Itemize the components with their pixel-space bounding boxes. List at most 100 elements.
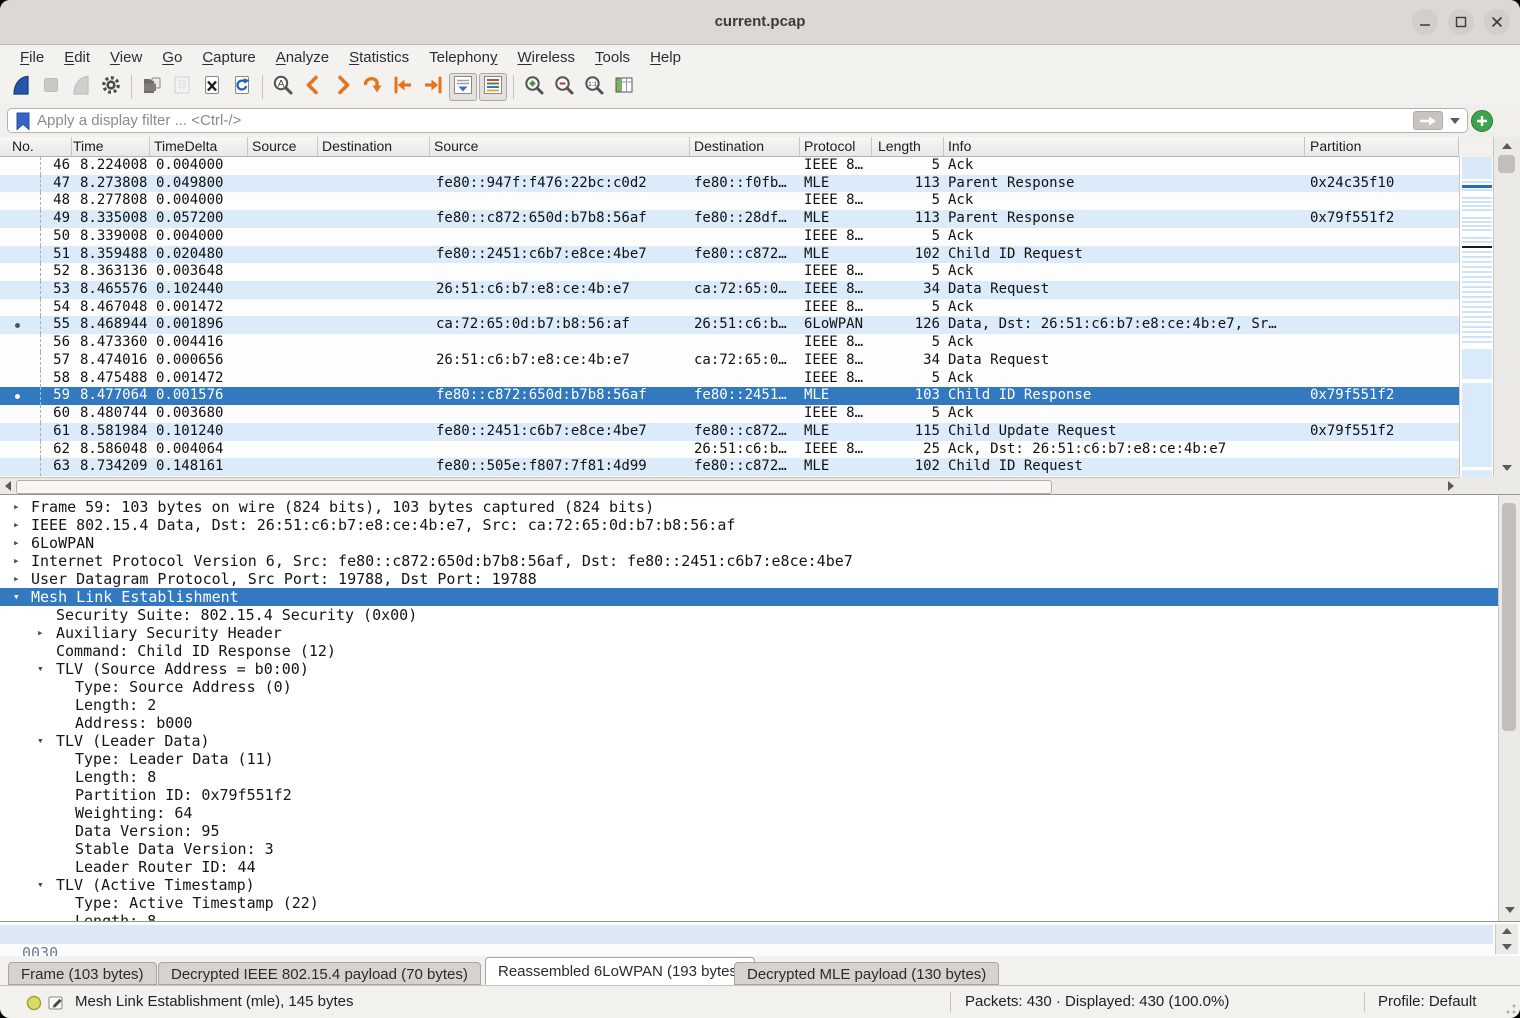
- expanded-arrow-icon[interactable]: ▾: [37, 660, 44, 678]
- menu-telephony[interactable]: Telephony: [419, 45, 507, 70]
- reload-file-button[interactable]: [228, 73, 256, 101]
- column-header-info[interactable]: Info: [944, 137, 1305, 156]
- bytes-scrollbar[interactable]: [1495, 924, 1518, 954]
- collapsed-arrow-icon[interactable]: ▸: [37, 624, 44, 642]
- scroll-right-icon[interactable]: [1448, 481, 1454, 491]
- go-forward-button[interactable]: [329, 73, 357, 101]
- packet-row[interactable]: 488.2778080.004000IEEE 8…5Ack: [0, 192, 1459, 210]
- open-file-button[interactable]: [138, 73, 166, 101]
- expanded-arrow-icon[interactable]: ▾: [37, 732, 44, 750]
- collapsed-arrow-icon[interactable]: ▸: [13, 534, 20, 552]
- scroll-up-icon[interactable]: [1502, 143, 1512, 149]
- bytes-scroll-down-icon[interactable]: [1502, 944, 1512, 950]
- detail-line[interactable]: ▸Internet Protocol Version 6, Src: fe80:…: [0, 552, 1498, 570]
- column-header-src[interactable]: Source: [248, 137, 318, 156]
- packet-row[interactable]: 628.5860480.00406426:51:c6:b…IEEE 8…25Ac…: [0, 441, 1459, 459]
- scroll-left-icon[interactable]: [5, 481, 11, 491]
- menu-statistics[interactable]: Statistics: [339, 45, 419, 70]
- packet-list-vscrollbar[interactable]: [1493, 137, 1520, 477]
- collapsed-arrow-icon[interactable]: ▸: [13, 552, 20, 570]
- restart-capture-button[interactable]: [67, 73, 95, 101]
- stop-capture-button[interactable]: [37, 73, 65, 101]
- column-header-src2[interactable]: Source: [430, 137, 690, 156]
- detail-line[interactable]: ▸Frame 59: 103 bytes on wire (824 bits),…: [0, 498, 1498, 516]
- column-header-dst2[interactable]: Destination: [690, 137, 800, 156]
- hscroll-thumb[interactable]: [16, 480, 1052, 494]
- resize-columns-button[interactable]: [610, 73, 638, 101]
- menu-edit[interactable]: Edit: [54, 45, 100, 70]
- packet-row[interactable]: 608.4807440.003680IEEE 8…5Ack: [0, 405, 1459, 423]
- find-packet-button[interactable]: A: [269, 73, 297, 101]
- expanded-arrow-icon[interactable]: ▾: [37, 876, 44, 894]
- column-header-no[interactable]: No.: [0, 137, 72, 156]
- packet-row[interactable]: 618.5819840.101240fe80::2451:c6b7:e8ce:4…: [0, 423, 1459, 441]
- detail-line[interactable]: ▸IEEE 802.15.4 Data, Dst: 26:51:c6:b7:e8…: [0, 516, 1498, 534]
- go-to-packet-button[interactable]: [359, 73, 387, 101]
- menu-file[interactable]: File: [10, 45, 54, 70]
- packet-row[interactable]: 578.4740160.00065626:51:c6:b7:e8:ce:4b:e…: [0, 352, 1459, 370]
- display-filter-field[interactable]: [7, 108, 1468, 133]
- details-vscrollbar[interactable]: [1498, 494, 1520, 921]
- detail-line[interactable]: Security Suite: 802.15.4 Security (0x00): [0, 606, 1498, 624]
- detail-line[interactable]: ▾TLV (Active Timestamp): [0, 876, 1498, 894]
- colorize-packets-button[interactable]: [479, 73, 507, 101]
- auto-scroll-button[interactable]: [449, 73, 477, 101]
- detail-line[interactable]: Data Version: 95: [0, 822, 1498, 840]
- menu-help[interactable]: Help: [640, 45, 691, 70]
- detail-line[interactable]: Weighting: 64: [0, 804, 1498, 822]
- detail-line[interactable]: Length: 8: [0, 768, 1498, 786]
- menu-analyze[interactable]: Analyze: [266, 45, 339, 70]
- apply-filter-button[interactable]: [1413, 111, 1443, 130]
- packet-row[interactable]: 528.3631360.003648IEEE 8…5Ack: [0, 263, 1459, 281]
- packet-row[interactable]: 598.4770640.001576fe80::c872:650d:b7b8:5…: [0, 387, 1459, 405]
- details-scroll-down-icon[interactable]: [1505, 907, 1515, 913]
- bytes-scroll-up-icon[interactable]: [1502, 928, 1512, 934]
- packet-row[interactable]: 478.2738080.049800fe80::947f:f476:22bc:c…: [0, 175, 1459, 193]
- detail-line[interactable]: Leader Router ID: 44: [0, 858, 1498, 876]
- start-capture-button[interactable]: [7, 73, 35, 101]
- packet-row[interactable]: 568.4733600.004416IEEE 8…5Ack: [0, 334, 1459, 352]
- packet-row[interactable]: 538.4655760.10244026:51:c6:b7:e8:ce:4b:e…: [0, 281, 1459, 299]
- close-file-button[interactable]: [198, 73, 226, 101]
- hex-row[interactable]: 0030 00 15 0d 00 00 00 00 00 00 00 01 75…: [0, 925, 1493, 944]
- packet-row[interactable]: 548.4670480.001472IEEE 8…5Ack: [0, 299, 1459, 317]
- menu-view[interactable]: View: [100, 45, 152, 70]
- tab-reassembled-6lowpan-193-bytes-[interactable]: Reassembled 6LoWPAN (193 bytes): [485, 957, 755, 985]
- detail-line[interactable]: Length: 8: [0, 912, 1498, 921]
- titlebar[interactable]: current.pcap: [0, 0, 1520, 45]
- display-filter-input[interactable]: [33, 112, 1413, 129]
- detail-line[interactable]: ▸Auxiliary Security Header: [0, 624, 1498, 642]
- capture-options-button[interactable]: [97, 73, 125, 101]
- zoom-in-button[interactable]: [520, 73, 548, 101]
- packet-row[interactable]: 518.3594880.020480fe80::2451:c6b7:e8ce:4…: [0, 246, 1459, 264]
- column-header-proto[interactable]: Protocol: [800, 137, 872, 156]
- column-header-time[interactable]: Time: [72, 137, 150, 156]
- detail-line[interactable]: Length: 2: [0, 696, 1498, 714]
- zoom-out-button[interactable]: [550, 73, 578, 101]
- detail-line[interactable]: ▾Mesh Link Establishment: [0, 588, 1498, 606]
- collapsed-arrow-icon[interactable]: ▸: [13, 498, 20, 516]
- detail-line[interactable]: Type: Leader Data (11): [0, 750, 1498, 768]
- collapsed-arrow-icon[interactable]: ▸: [13, 570, 20, 588]
- packet-row[interactable]: 588.4754880.001472IEEE 8…5Ack: [0, 370, 1459, 388]
- packet-row[interactable]: 508.3390080.004000IEEE 8…5Ack: [0, 228, 1459, 246]
- detail-line[interactable]: ▸6LoWPAN: [0, 534, 1498, 552]
- column-header-part[interactable]: Partition: [1305, 137, 1459, 156]
- tab-decrypted-ieee-802-15-4-payload-70-bytes-[interactable]: Decrypted IEEE 802.15.4 payload (70 byte…: [158, 962, 481, 985]
- details-scroll-thumb[interactable]: [1502, 503, 1516, 731]
- tab-frame-103-bytes-[interactable]: Frame (103 bytes): [8, 962, 157, 985]
- expert-info-icon[interactable]: [26, 995, 42, 1011]
- detail-line[interactable]: ▾TLV (Leader Data): [0, 732, 1498, 750]
- column-header-dst[interactable]: Destination: [318, 137, 430, 156]
- collapsed-arrow-icon[interactable]: ▸: [13, 516, 20, 534]
- packet-row[interactable]: 468.2240080.004000IEEE 8…5Ack: [0, 157, 1459, 175]
- packet-list-minimap[interactable]: [1459, 157, 1494, 477]
- menu-tools[interactable]: Tools: [585, 45, 640, 70]
- detail-line[interactable]: Partition ID: 0x79f551f2: [0, 786, 1498, 804]
- filter-bookmark-icon[interactable]: [13, 110, 33, 132]
- minimize-button[interactable]: [1412, 9, 1438, 35]
- menu-capture[interactable]: Capture: [192, 45, 265, 70]
- status-profile[interactable]: Profile: Default: [1378, 986, 1476, 1018]
- detail-line[interactable]: ▸User Datagram Protocol, Src Port: 19788…: [0, 570, 1498, 588]
- detail-line[interactable]: Command: Child ID Response (12): [0, 642, 1498, 660]
